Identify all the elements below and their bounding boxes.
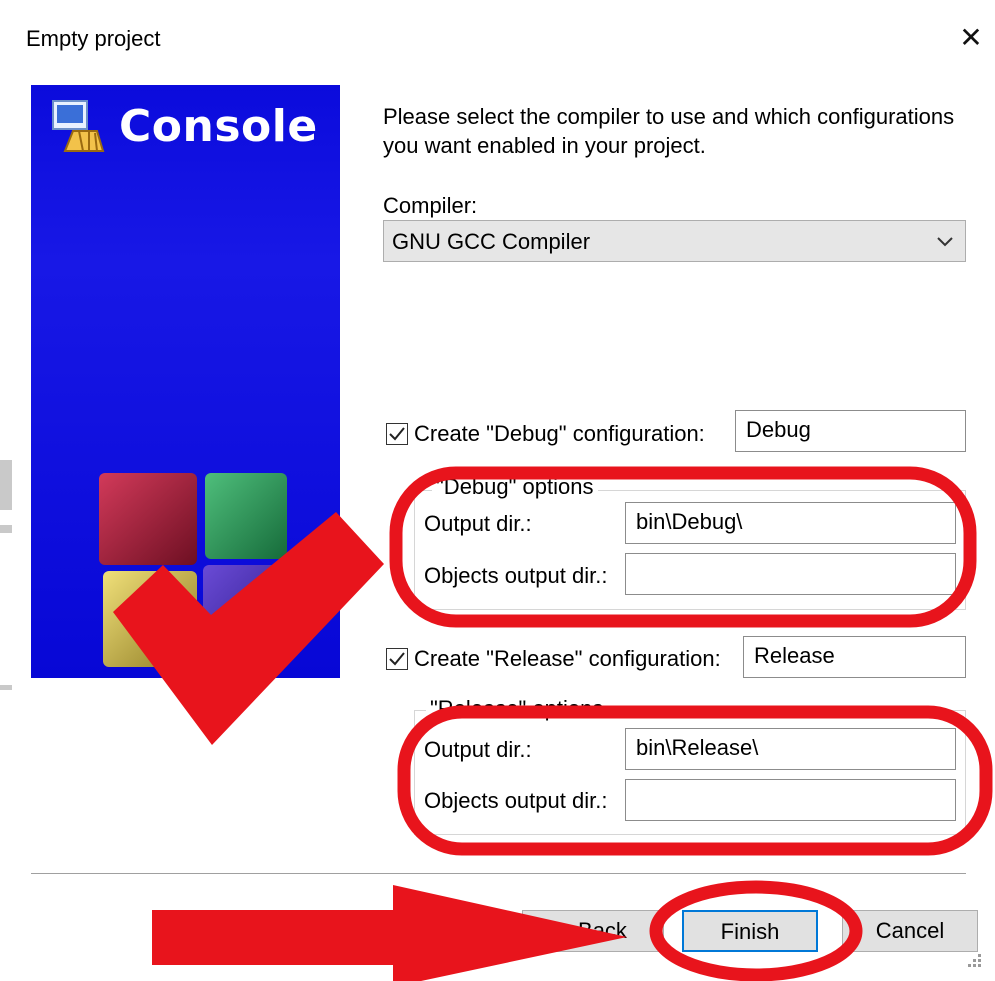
close-icon[interactable]: ✕	[957, 24, 985, 52]
banner-title: Console	[119, 101, 318, 152]
release-objects-dir-field[interactable]	[625, 779, 956, 821]
release-options-title: "Release" options	[426, 696, 608, 722]
release-checkbox-label[interactable]: Create "Release" configuration:	[414, 646, 721, 672]
instructions-line-2: you want enabled in your project.	[383, 133, 706, 158]
dialog-title: Empty project	[26, 26, 161, 51]
debug-checkbox[interactable]	[386, 423, 408, 445]
debug-name-field[interactable]: Debug	[735, 410, 966, 452]
debug-output-dir-field[interactable]: bin\Debug\	[625, 502, 956, 544]
debug-objects-dir-label: Objects output dir.:	[424, 563, 608, 588]
footer-separator	[31, 873, 966, 874]
checkmark-icon	[389, 652, 405, 666]
debug-options-title: "Debug" options	[432, 474, 598, 500]
compiler-label: Compiler:	[383, 193, 478, 218]
compiler-select[interactable]: GNU GCC Compiler	[383, 220, 966, 262]
compiler-select-value: GNU GCC Compiler	[392, 229, 591, 254]
debug-output-dir-label: Output dir.:	[424, 511, 532, 536]
release-output-dir-field[interactable]: bin\Release\	[625, 728, 956, 770]
background-window-edge	[0, 85, 12, 955]
release-name-field[interactable]: Release	[743, 636, 966, 678]
resize-grip-icon[interactable]	[962, 948, 982, 968]
cancel-button[interactable]: Cancel	[842, 910, 978, 952]
back-button[interactable]: < Back	[522, 910, 664, 952]
finish-button[interactable]: Finish	[682, 910, 818, 952]
debug-objects-dir-field[interactable]	[625, 553, 956, 595]
checkmark-icon	[389, 427, 405, 441]
codeblocks-logo	[99, 473, 291, 667]
release-objects-dir-label: Objects output dir.:	[424, 788, 608, 813]
console-app-icon	[52, 100, 105, 152]
release-checkbox[interactable]	[386, 648, 408, 670]
instructions-line-1: Please select the compiler to use and wh…	[383, 104, 955, 129]
release-output-dir-label: Output dir.:	[424, 737, 532, 762]
debug-checkbox-label[interactable]: Create "Debug" configuration:	[414, 421, 705, 447]
wizard-banner: Console	[31, 85, 340, 678]
chevron-down-icon	[937, 237, 953, 247]
